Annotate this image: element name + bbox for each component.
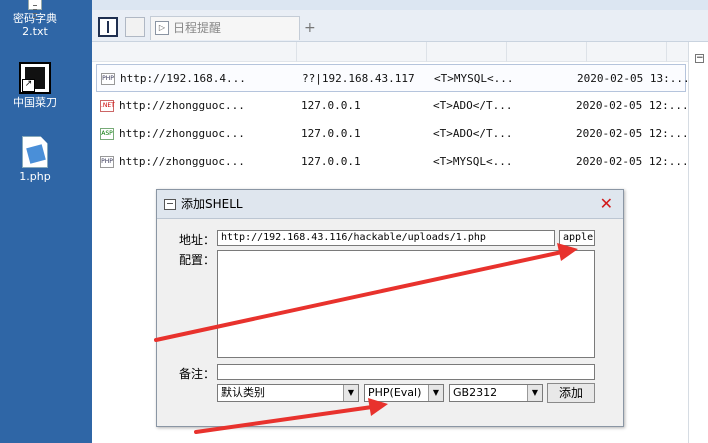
dotnet-type-icon: .NET: [100, 100, 115, 112]
add-tab-button[interactable]: +: [304, 20, 316, 36]
shell-list: PHP http://192.168.4... ??|192.168.43.11…: [96, 64, 690, 176]
panel-toggle-icon[interactable]: [98, 17, 118, 37]
side-pane: [688, 42, 708, 443]
row-config: <T>ADO</T...: [433, 127, 513, 140]
column-header-ip[interactable]: [297, 42, 427, 62]
collapse-icon[interactable]: −: [695, 54, 704, 63]
asp-type-icon: ASP: [100, 128, 114, 140]
desktop-icon-label: 1.php: [19, 170, 51, 183]
row-ip: ??|192.168.43.117: [302, 72, 415, 85]
play-icon: ▷: [155, 21, 169, 35]
row-config: <T>MYSQL<...: [434, 72, 514, 85]
desktop: 密码字典 2.txt 中国菜刀 1.php: [0, 0, 92, 443]
row-config: <T>MYSQL<...: [433, 155, 513, 168]
window-top-strip: [92, 0, 708, 10]
column-header-time[interactable]: [587, 42, 667, 62]
row-time: 2020-02-05 12:...: [576, 99, 689, 112]
table-row[interactable]: .NET http://zhongguoc... 127.0.0.1 <T>AD…: [96, 92, 689, 120]
table-row[interactable]: ASP http://zhongguoc... 127.0.0.1 <T>ADO…: [96, 120, 689, 148]
row-url: http://zhongguoc...: [119, 127, 245, 140]
script-type-select[interactable]: PHP(Eval) ▼: [364, 384, 444, 402]
row-time: 2020-02-05 12:...: [576, 127, 689, 140]
note-input[interactable]: [217, 364, 595, 380]
window-icon: [164, 199, 176, 210]
chopper-shortcut-icon: [19, 62, 51, 94]
row-config: <T>ADO</T...: [433, 99, 513, 112]
category-select[interactable]: 默认类别 ▼: [217, 384, 359, 402]
chevron-down-icon: ▼: [527, 385, 542, 401]
tab-schedule-reminder[interactable]: ▷ 日程提醒: [150, 16, 300, 40]
row-url: http://zhongguoc...: [119, 99, 245, 112]
row-ip: 127.0.0.1: [301, 99, 361, 112]
script-type-value: PHP(Eval): [368, 386, 422, 399]
row-ip: 127.0.0.1: [301, 155, 361, 168]
blank-tab-icon[interactable]: [125, 17, 145, 37]
column-header-note[interactable]: [507, 42, 587, 62]
tab-bar: ▷ 日程提醒 +: [92, 10, 708, 42]
table-row[interactable]: PHP http://192.168.4... ??|192.168.43.11…: [96, 64, 690, 92]
row-url: http://zhongguoc...: [119, 155, 245, 168]
address-label: 地址：: [179, 233, 216, 247]
table-row[interactable]: PHP http://zhongguoc... 127.0.0.1 <T>MYS…: [96, 148, 689, 176]
table-header: [92, 42, 688, 62]
desktop-icon-label: 中国菜刀: [13, 96, 57, 109]
php-type-icon: PHP: [100, 156, 114, 168]
encoding-select[interactable]: GB2312 ▼: [449, 384, 543, 402]
desktop-icon-dictionary-file[interactable]: 密码字典 2.txt: [0, 0, 70, 38]
add-button[interactable]: 添加: [547, 383, 595, 403]
config-label: 配置：: [179, 253, 216, 267]
category-value: 默认类别: [221, 386, 265, 399]
desktop-icon-php-file[interactable]: 1.php: [0, 136, 70, 183]
column-header-config[interactable]: [427, 42, 507, 62]
chevron-down-icon: ▼: [343, 385, 358, 401]
desktop-icon-chopper[interactable]: 中国菜刀: [0, 62, 70, 109]
add-shell-dialog: 添加SHELL ✕ 地址： http://192.168.43.116/hack…: [156, 189, 624, 427]
config-textarea[interactable]: [217, 250, 595, 358]
php-file-icon: [22, 136, 48, 168]
encoding-value: GB2312: [453, 386, 498, 399]
row-ip: 127.0.0.1: [301, 127, 361, 140]
desktop-icon-label: 密码字典: [13, 12, 57, 25]
column-header-url[interactable]: [92, 42, 297, 62]
row-time: 2020-02-05 12:...: [576, 155, 689, 168]
row-time: 2020-02-05 13:...: [577, 72, 690, 85]
desktop-icon-label-ext: 2.txt: [22, 25, 48, 38]
tab-label: 日程提醒: [173, 21, 222, 35]
note-label: 备注：: [179, 367, 216, 381]
chevron-down-icon: ▼: [428, 385, 443, 401]
row-url: http://192.168.4...: [120, 72, 246, 85]
close-icon[interactable]: ✕: [600, 194, 613, 214]
dialog-titlebar[interactable]: 添加SHELL ✕: [157, 190, 623, 219]
password-input[interactable]: apple: [559, 230, 595, 246]
php-type-icon: PHP: [101, 73, 115, 85]
address-input[interactable]: http://192.168.43.116/hackable/uploads/1…: [217, 230, 555, 246]
text-file-icon: [28, 0, 42, 10]
dialog-title: 添加SHELL: [181, 197, 243, 211]
